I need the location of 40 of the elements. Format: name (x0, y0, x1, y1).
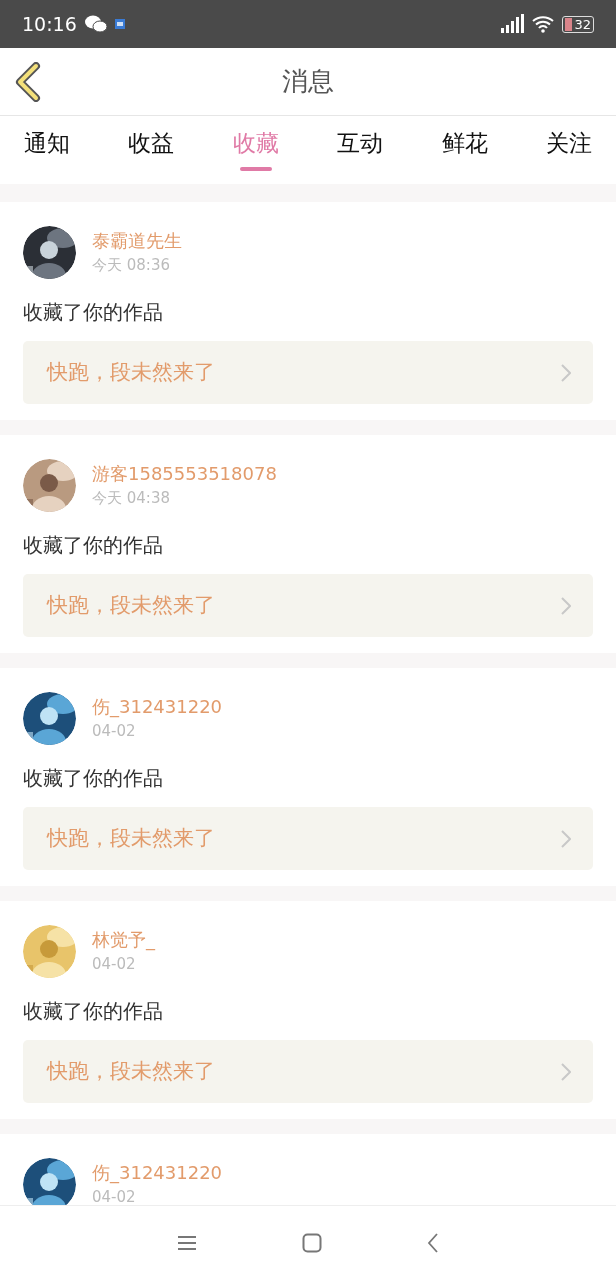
status-time: 10:16 (22, 11, 77, 37)
battery-fill (565, 17, 573, 31)
battery-level: 32 (574, 17, 591, 31)
work-link[interactable]: 快跑，段未然来了 (23, 1040, 593, 1103)
back-icon[interactable] (427, 1232, 439, 1253)
message-text: 收藏了你的作品 (23, 299, 164, 326)
user-name[interactable]: 泰霸道先生 (92, 230, 182, 252)
work-link[interactable]: 快跑，段未然来了 (23, 807, 593, 870)
chevron-icon (561, 596, 571, 615)
back-button[interactable] (14, 62, 42, 102)
wifi-icon (532, 15, 555, 33)
page-title: 消息 (282, 65, 334, 98)
signal-icon (500, 14, 525, 34)
work-link[interactable]: 快跑，段未然来了 (23, 341, 593, 404)
user-name[interactable]: 伤_312431220 (92, 696, 223, 718)
tab[interactable]: 鲜花 (441, 116, 488, 184)
tab[interactable]: 通知 (24, 116, 70, 184)
message-time: 今天 04:38 (92, 488, 171, 508)
user-name[interactable]: 伤_312431220 (92, 1162, 223, 1184)
message-text: 收藏了你的作品 (23, 998, 164, 1025)
tab[interactable]: 关注 (545, 116, 592, 184)
menu-icon[interactable] (177, 1234, 197, 1251)
message-text: 收藏了你的作品 (23, 765, 164, 792)
message-text: 收藏了你的作品 (23, 532, 164, 559)
chat-icon (84, 15, 107, 33)
chevron-icon (561, 363, 571, 382)
tab[interactable]: 收藏 (232, 116, 279, 184)
message-time: 今天 08:36 (92, 255, 171, 275)
notification-icon (114, 19, 125, 29)
chevron-icon (561, 829, 571, 848)
chevron-icon (561, 1062, 571, 1081)
user-name[interactable]: 林觉予_ (92, 929, 155, 951)
message-time: 04-02 (92, 954, 137, 974)
tab[interactable]: 互动 (337, 116, 384, 184)
work-link[interactable]: 快跑，段未然来了 (23, 574, 593, 637)
home-icon[interactable] (302, 1232, 322, 1253)
message-time: 04-02 (92, 721, 137, 741)
tab[interactable]: 收益 (128, 116, 175, 184)
message-time: 04-02 (92, 1187, 137, 1205)
user-name[interactable]: 游客1585553518078 (92, 463, 277, 485)
